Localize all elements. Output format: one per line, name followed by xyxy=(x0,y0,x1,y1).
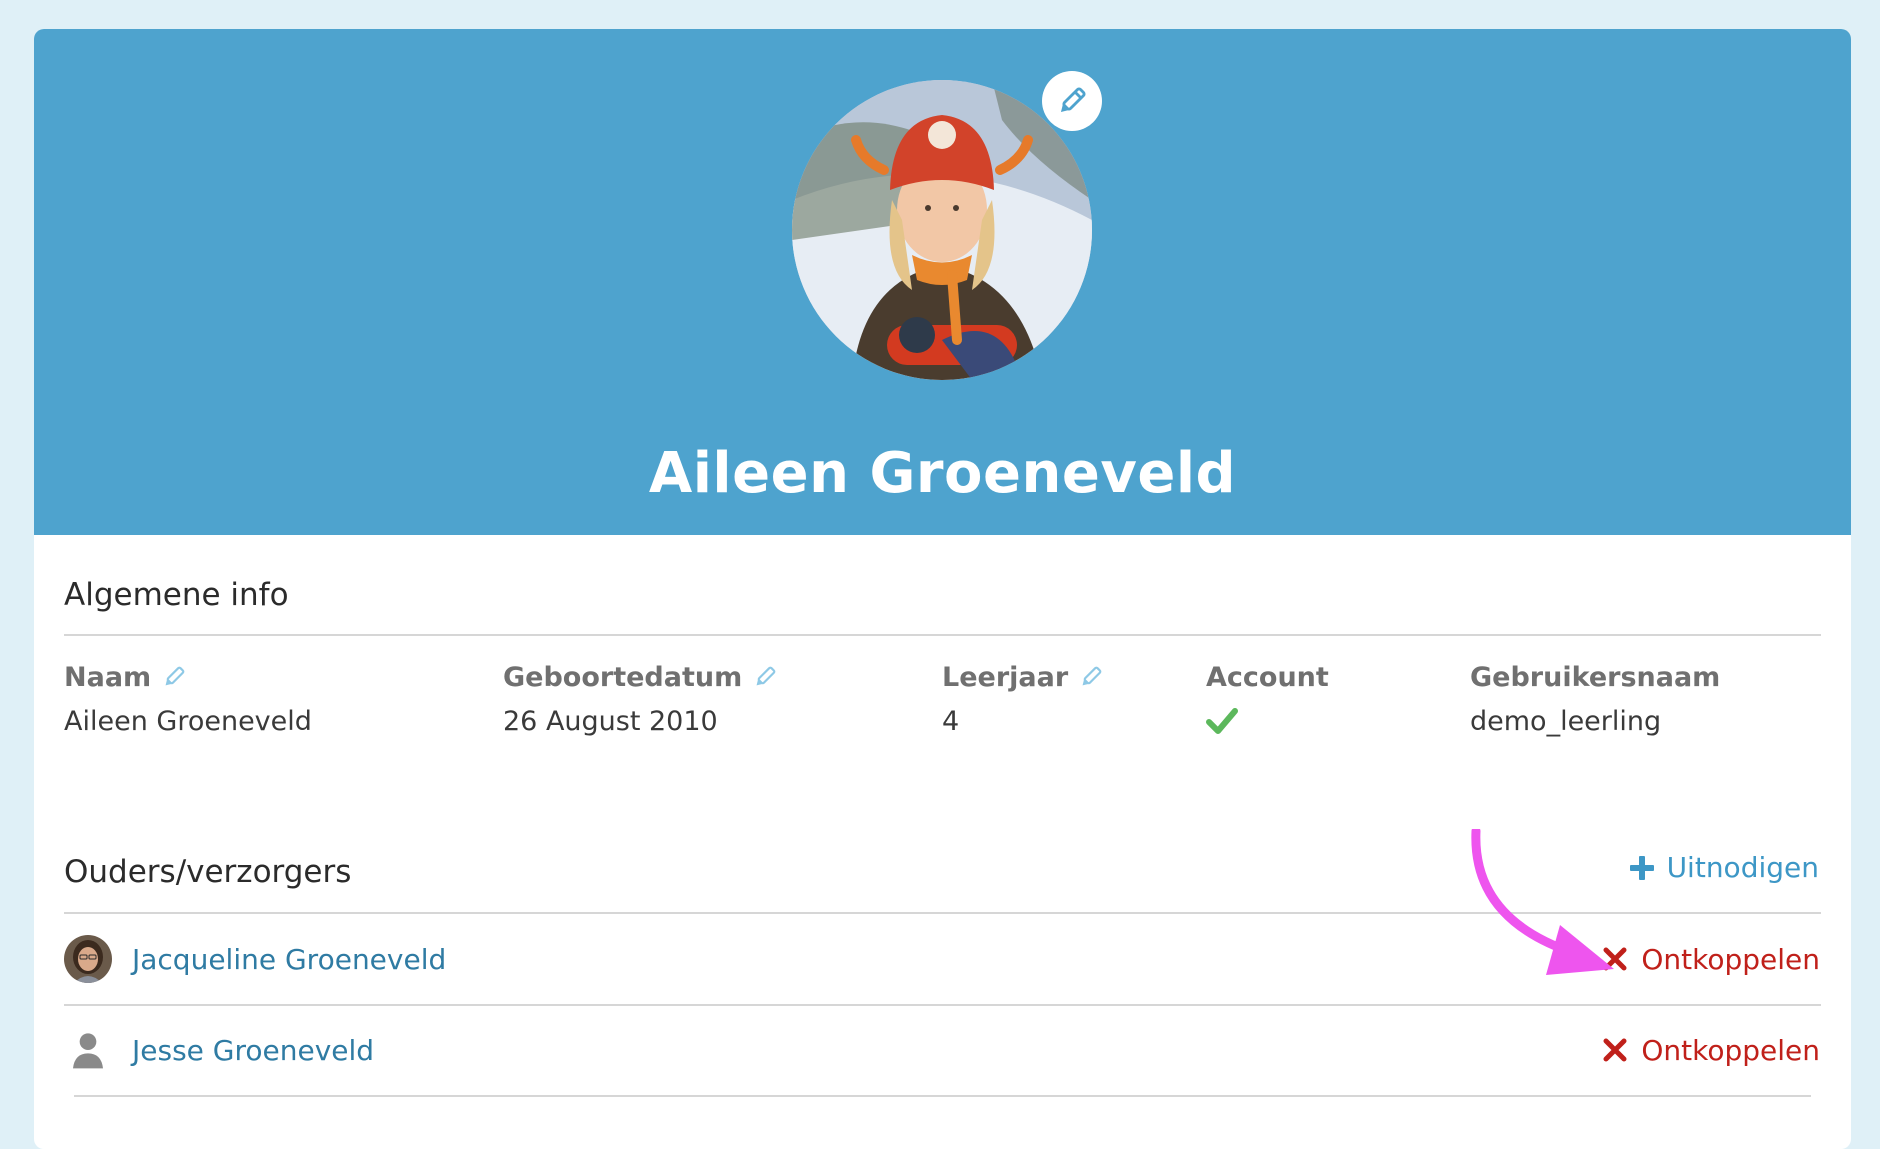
info-label: Naam xyxy=(64,661,152,693)
invite-label: Uitnodigen xyxy=(1666,851,1819,884)
person-placeholder-icon xyxy=(64,1026,112,1074)
unlink-button[interactable]: Ontkoppelen xyxy=(1603,1034,1820,1067)
checkmark-icon xyxy=(1206,706,1238,736)
profile-avatar[interactable] xyxy=(792,80,1092,380)
info-label: Leerjaar xyxy=(942,661,1069,693)
unlink-label: Ontkoppelen xyxy=(1641,942,1820,976)
section-title-general-info: Algemene info xyxy=(64,577,289,613)
parent-name-link[interactable]: Jesse Groeneveld xyxy=(132,1034,374,1067)
info-value: 4 xyxy=(942,705,960,737)
info-field-gebruikersnaam: Gebruikersnaam demo_leerling xyxy=(1470,659,1720,739)
parent-name-link[interactable]: Jacqueline Groeneveld xyxy=(132,943,446,976)
divider xyxy=(74,1095,1811,1097)
annotation-arrow xyxy=(1471,829,1614,975)
avatar-photo xyxy=(792,80,1092,380)
info-label: Gebruikersnaam xyxy=(1470,661,1721,693)
parent-avatar xyxy=(64,935,112,983)
info-field-naam: Naam Aileen Groeneveld xyxy=(64,659,312,739)
edit-leerjaar-pencil-icon[interactable] xyxy=(1078,664,1104,690)
pencil-icon xyxy=(1055,84,1089,118)
section-title-parents: Ouders/verzorgers xyxy=(64,854,352,890)
info-value: 26 August 2010 xyxy=(503,705,718,737)
info-value: Aileen Groeneveld xyxy=(64,705,312,737)
profile-card: Aileen Groeneveld Algemene info Naam Ail… xyxy=(34,29,1851,1149)
info-field-leerjaar: Leerjaar 4 xyxy=(942,659,1104,739)
profile-header: Aileen Groeneveld xyxy=(34,29,1851,535)
profile-name: Aileen Groeneveld xyxy=(648,441,1237,506)
unlink-label: Ontkoppelen xyxy=(1641,1033,1820,1067)
edit-avatar-button[interactable] xyxy=(1042,71,1102,131)
info-label: Account xyxy=(1206,661,1329,693)
info-value: demo_leerling xyxy=(1470,705,1662,737)
info-field-account: Account xyxy=(1206,659,1329,739)
list-item: Jesse Groeneveld Ontkoppelen xyxy=(64,1005,1821,1095)
invite-button[interactable]: Uitnodigen xyxy=(1629,851,1819,884)
info-label: Geboortedatum xyxy=(503,661,743,693)
divider xyxy=(64,634,1821,636)
edit-naam-pencil-icon[interactable] xyxy=(161,664,187,690)
close-icon xyxy=(1603,1038,1627,1062)
info-field-geboortedatum: Geboortedatum 26 August 2010 xyxy=(503,659,778,739)
edit-geboortedatum-pencil-icon[interactable] xyxy=(752,664,778,690)
